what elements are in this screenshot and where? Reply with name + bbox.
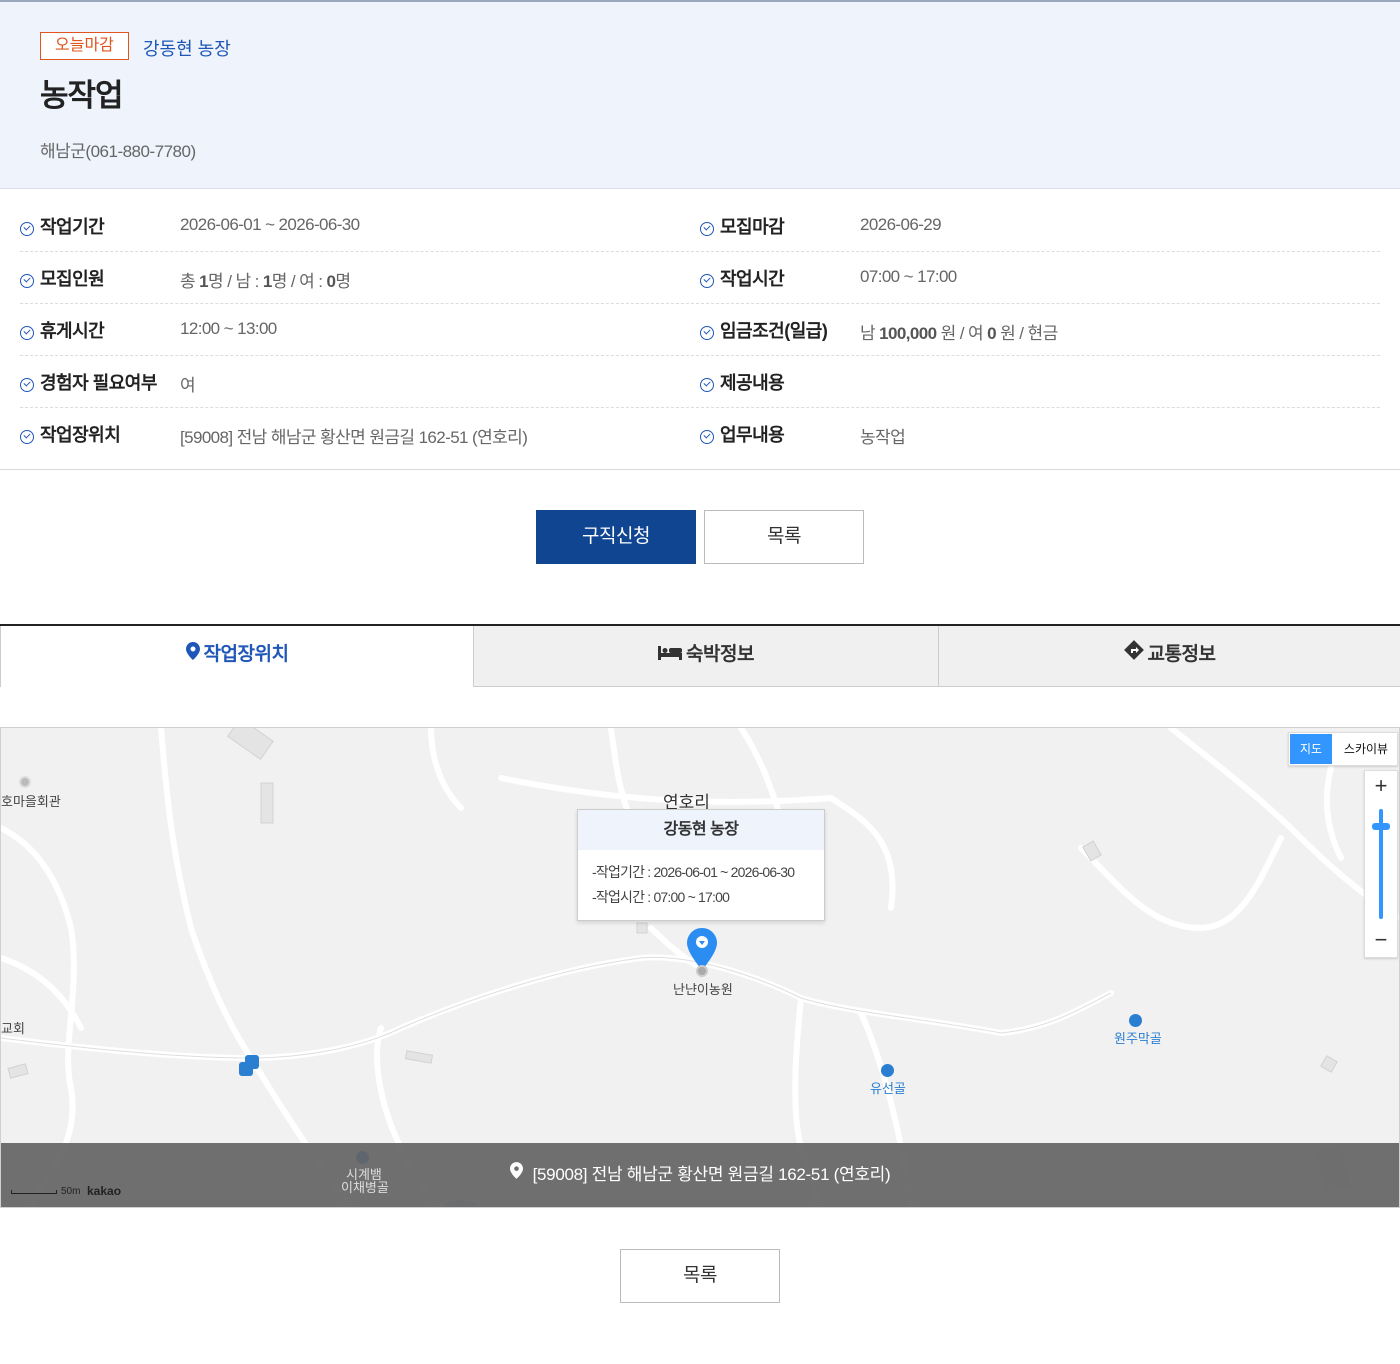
check-circle-icon — [700, 378, 714, 392]
poi-dot-icon — [19, 776, 31, 788]
tab-transport-label: 교통정보 — [1147, 644, 1216, 666]
map-label-farm-place: 난냔이농원 — [673, 982, 733, 997]
tab-lodging[interactable]: 숙박정보 — [474, 626, 939, 687]
mountain-poi-icon — [1129, 1014, 1142, 1027]
map-label-ichaebyeonggol: 이채병골 — [341, 1180, 389, 1195]
info-window-period: -작업기간 : 2026-06-01 ~ 2026-06-30 — [592, 864, 795, 880]
work-period-label: 작업기간 — [40, 217, 105, 237]
check-circle-icon — [20, 274, 34, 288]
map-address-bar: [59008] 전남 해남군 황산면 원금길 162-51 (연호리) — [1, 1143, 1399, 1207]
info-cell-wage: 임금조건(일급) 남 100,000 원 / 여 0 원 / 현금 — [700, 304, 1380, 355]
check-circle-icon — [700, 222, 714, 236]
location-label: 작업장위치 — [40, 425, 121, 445]
map-type-skyview-button[interactable]: 스카이뷰 — [1335, 734, 1397, 764]
page-title: 농작업 — [40, 78, 124, 113]
list-button[interactable]: 목록 — [704, 510, 864, 564]
info-window-time: -작업시간 : 07:00 ~ 17:00 — [592, 889, 730, 905]
zoom-in-button[interactable]: + — [1365, 771, 1397, 803]
deadline-today-badge: 오늘마감 — [40, 32, 129, 60]
info-cell-location: 작업장위치 [59008] 전남 해남군 황산면 원금길 162-51 (연호리… — [20, 408, 700, 459]
break-time-value: 12:00 ~ 13:00 — [180, 319, 277, 338]
check-circle-icon — [20, 222, 34, 236]
wage-label: 임금조건(일급) — [720, 321, 828, 341]
info-row: 경험자 필요여부 여 제공내용 — [20, 356, 1380, 408]
work-period-value: 2026-06-01 ~ 2026-06-30 — [180, 215, 360, 234]
break-time-label: 휴게시간 — [40, 321, 105, 341]
zoom-out-button[interactable]: − — [1365, 925, 1397, 957]
section-divider — [0, 469, 1400, 470]
scale-text: 50m — [61, 1186, 81, 1197]
experience-value: 여 — [180, 376, 196, 395]
map-label-yuseongol: 유선골 — [870, 1081, 906, 1096]
info-cell-break: 휴게시간 12:00 ~ 13:00 — [20, 304, 700, 355]
info-window-title: 강동현 농장 — [578, 810, 824, 850]
poi-dot-icon — [696, 965, 708, 977]
zoom-control: + − — [1364, 770, 1398, 958]
farm-name: 강동현 농장 — [143, 39, 231, 59]
zoom-slider-handle[interactable] — [1372, 823, 1390, 830]
contact-info: 해남군(061-880-7780) — [40, 142, 196, 161]
scale-bar — [11, 1190, 57, 1194]
map-label-wonjumakgol: 원주막골 — [1114, 1031, 1162, 1046]
info-row: 작업기간 2026-06-01 ~ 2026-06-30 모집마감 2026-0… — [20, 200, 1380, 252]
check-circle-icon — [700, 430, 714, 444]
map-type-roadmap-button[interactable]: 지도 — [1290, 734, 1332, 764]
bus-stop-icon — [239, 1062, 253, 1076]
apply-button[interactable]: 구직신청 — [536, 510, 696, 564]
tab-lodging-label: 숙박정보 — [686, 644, 754, 666]
recruit-value: 총 1명 / 남 : 1명 / 여 : 0명 — [180, 272, 351, 291]
check-circle-icon — [700, 274, 714, 288]
work-time-label: 작업시간 — [720, 269, 785, 289]
experience-label: 경험자 필요여부 — [40, 373, 157, 393]
info-cell-recruit: 모집인원 총 1명 / 남 : 1명 / 여 : 0명 — [20, 252, 700, 303]
job-header: 오늘마감 강동현 농장 농작업 해남군(061-880-7780) — [0, 0, 1400, 189]
check-circle-icon — [20, 430, 34, 444]
tab-work-location[interactable]: 작업장위치 — [0, 626, 474, 687]
provide-label: 제공내용 — [720, 373, 785, 393]
info-row: 휴게시간 12:00 ~ 13:00 임금조건(일급) 남 100,000 원 … — [20, 304, 1380, 356]
job-info-table: 작업기간 2026-06-01 ~ 2026-06-30 모집마감 2026-0… — [20, 200, 1380, 460]
info-tabs: 작업장위치 숙박정보 교통정보 — [0, 624, 1400, 687]
recruit-label: 모집인원 — [40, 269, 105, 289]
map-info-window: 강동현 농장 -작업기간 : 2026-06-01 ~ 2026-06-30 -… — [577, 809, 825, 921]
map-label-village-hall: 호마을회관 — [1, 794, 61, 809]
info-cell-experience: 경험자 필요여부 여 — [20, 356, 700, 407]
location-map[interactable]: 호마을회관 교회 연호리 난냔이농원 원주막골 유선골 강동현 농장 -작업기간… — [0, 727, 1400, 1208]
check-circle-icon — [20, 378, 34, 392]
info-row: 작업장위치 [59008] 전남 해남군 황산면 원금길 162-51 (연호리… — [20, 408, 1380, 460]
location-value: [59008] 전남 해남군 황산면 원금길 162-51 (연호리) — [180, 428, 528, 447]
tab-transport[interactable]: 교통정보 — [939, 626, 1400, 687]
duty-value: 농작업 — [860, 428, 906, 447]
info-cell-deadline: 모집마감 2026-06-29 — [700, 200, 1380, 251]
info-cell-work-time: 작업시간 07:00 ~ 17:00 — [700, 252, 1380, 303]
map-address-text: [59008] 전남 해남군 황산면 원금길 162-51 (연호리) — [532, 1165, 891, 1184]
check-circle-icon — [700, 326, 714, 340]
kakao-logo: kakao — [87, 1184, 122, 1198]
info-row: 모집인원 총 1명 / 남 : 1명 / 여 : 0명 작업시간 07:00 ~… — [20, 252, 1380, 304]
mountain-poi-icon — [881, 1064, 894, 1077]
tab-work-location-label: 작업장위치 — [203, 644, 289, 666]
info-cell-provide: 제공내용 — [700, 356, 1380, 407]
map-pin-icon — [185, 626, 200, 684]
info-cell-work-period: 작업기간 2026-06-01 ~ 2026-06-30 — [20, 200, 700, 251]
list-button-bottom[interactable]: 목록 — [620, 1249, 780, 1303]
directions-icon — [1123, 626, 1144, 684]
deadline-value: 2026-06-29 — [860, 215, 942, 234]
check-circle-icon — [20, 326, 34, 340]
duty-label: 업무내용 — [720, 425, 785, 445]
wage-value: 남 100,000 원 / 여 0 원 / 현금 — [860, 324, 1058, 343]
map-type-control: 지도 스카이뷰 — [1288, 732, 1398, 766]
map-label-church: 교회 — [1, 1021, 25, 1036]
info-cell-duty: 업무내용 농작업 — [700, 408, 1380, 459]
deadline-label: 모집마감 — [720, 217, 785, 237]
work-time-value: 07:00 ~ 17:00 — [860, 267, 957, 286]
bed-icon — [658, 626, 683, 684]
map-pin-icon — [509, 1142, 523, 1206]
